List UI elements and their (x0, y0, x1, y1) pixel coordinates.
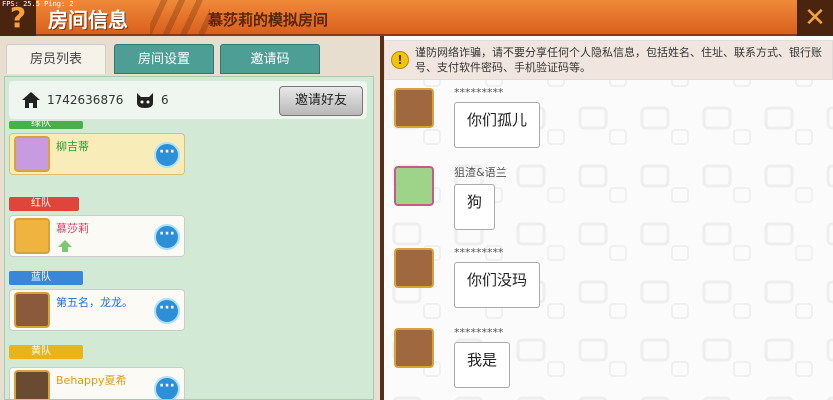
ellipsis-icon: ··· (159, 144, 175, 160)
warning-text: 谨防网络诈骗，请不要分享任何个人隐私信息，包括姓名、住址、联系方式、银行账号、支… (415, 46, 822, 74)
member-count: 6 (161, 93, 169, 107)
team-label-yellow: 黄队 (9, 345, 83, 359)
member-name: 慕莎莉 (56, 222, 89, 235)
member-card[interactable]: Behappy夏希 ··· (9, 367, 185, 399)
member-name: 第五名，龙龙。 (56, 296, 133, 309)
member-card[interactable]: 第五名，龙龙。 ··· (9, 289, 185, 331)
message-bubble: 你们孤儿 (454, 102, 541, 148)
member-name: Behappy夏希 (56, 374, 127, 387)
avatar (14, 136, 50, 172)
more-options-button[interactable]: ··· (154, 376, 180, 399)
more-options-button[interactable]: ··· (154, 224, 180, 250)
ellipsis-icon: ··· (159, 300, 175, 316)
message-sender: ********* (454, 246, 504, 259)
background-pattern (384, 36, 833, 400)
message-sender: ********* (454, 86, 504, 99)
avatar[interactable] (394, 328, 434, 368)
message-bubble: 你们没玛 (454, 262, 541, 308)
cat-head-icon (137, 93, 153, 108)
member-name: 柳吉蒂 (56, 140, 89, 153)
invite-friends-button[interactable]: 邀请好友 (279, 86, 363, 116)
message-bubble: 我是 (454, 342, 511, 388)
avatar[interactable] (394, 88, 434, 128)
home-icon (22, 92, 40, 108)
tab-member-list[interactable]: 房员列表 (6, 44, 106, 74)
more-options-button[interactable]: ··· (154, 142, 180, 168)
message-bubble: 狗 (454, 184, 496, 230)
member-card[interactable]: 慕莎莉 ··· (9, 215, 185, 257)
avatar (14, 218, 50, 254)
close-button[interactable]: ✕ (797, 0, 833, 36)
warning-icon: ! (391, 51, 409, 69)
avatar[interactable] (394, 166, 434, 206)
close-icon: ✕ (804, 3, 826, 33)
more-options-button[interactable]: ··· (154, 298, 180, 324)
page-title: 房间信息 (48, 8, 128, 32)
room-name: 慕莎莉的模拟房间 (208, 11, 329, 29)
room-id: 1742636876 (47, 93, 124, 107)
chat-panel[interactable]: ! 谨防网络诈骗，请不要分享任何个人隐私信息，包括姓名、住址、联系方式、银行账号… (384, 36, 833, 400)
ellipsis-icon: ··· (159, 226, 175, 242)
team-label-red: 红队 (9, 197, 79, 211)
avatar (14, 370, 50, 399)
avatar[interactable] (394, 248, 434, 288)
member-card[interactable]: 柳吉蒂 ··· (9, 133, 185, 175)
message-sender: ********* (454, 326, 504, 339)
fraud-warning-banner: ! 谨防网络诈骗，请不要分享任何个人隐私信息，包括姓名、住址、联系方式、银行账号… (384, 40, 833, 80)
header-stripes (150, 0, 210, 36)
room-info-bar: 1742636876 6 邀请好友 (9, 81, 367, 119)
message-sender: 狙渣&语兰 (454, 166, 507, 179)
up-arrow-icon (58, 240, 72, 252)
ellipsis-icon: ··· (159, 378, 175, 394)
left-panel: 房员列表 房间设置 邀请码 1742636876 6 邀请好友 绿队 柳吉蒂 ·… (0, 36, 380, 400)
member-list-area[interactable]: 1742636876 6 邀请好友 绿队 柳吉蒂 ··· 红队 慕莎莉 ··· … (4, 76, 374, 400)
tab-room-settings[interactable]: 房间设置 (114, 44, 214, 74)
team-label-blue: 蓝队 (9, 271, 83, 285)
team-label-green: 绿队 (9, 121, 83, 129)
avatar (14, 292, 50, 328)
tab-invite-code[interactable]: 邀请码 (220, 44, 320, 74)
title-bar: ? FPS: 25.5 Ping: 2 房间信息 慕莎莉的模拟房间 ✕ (0, 0, 833, 36)
